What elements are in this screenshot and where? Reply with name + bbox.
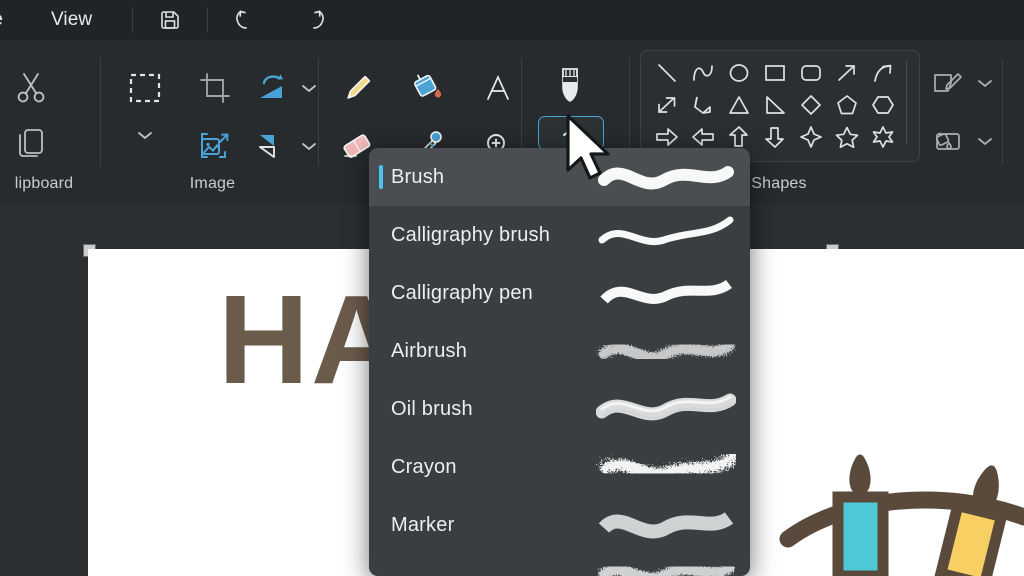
brush-menu-item-brush[interactable]: Brush — [369, 148, 750, 206]
shape-rectangle-icon[interactable] — [757, 57, 793, 89]
shape-oval-icon[interactable] — [721, 57, 757, 89]
shape-arrow-line-icon[interactable] — [829, 57, 865, 89]
brush-stroke-preview-oil-brush — [596, 386, 736, 432]
brush-stroke-preview-calligraphy-brush — [596, 212, 736, 258]
ribbon-group-outline-fill — [916, 40, 1024, 205]
save-icon[interactable] — [147, 3, 193, 37]
rotate-icon[interactable] — [248, 62, 298, 114]
crop-icon[interactable] — [188, 62, 242, 114]
fill-dropdown-chevron-icon[interactable] — [972, 128, 998, 154]
outline-button[interactable] — [924, 62, 998, 104]
brush-stroke-preview-crayon — [596, 444, 736, 490]
outline-icon — [924, 62, 972, 104]
select-dropdown-chevron-icon[interactable] — [124, 120, 166, 150]
ribbon-divider-5 — [1002, 60, 1003, 164]
brushes-dropdown-menu: Brush Calligraphy brush Calligraphy pen — [369, 148, 750, 576]
shape-four-point-star-icon[interactable] — [793, 121, 829, 153]
shape-curved-arrow-icon[interactable] — [865, 57, 901, 89]
brush-menu-item-partial[interactable] — [369, 554, 750, 576]
shape-curve-icon[interactable] — [685, 57, 721, 89]
menu-bar: le View — [0, 0, 1024, 40]
brush-stroke-preview-partial — [596, 560, 736, 576]
brush-menu-item-marker[interactable]: Marker — [369, 496, 750, 554]
brush-menu-label: Airbrush — [391, 339, 468, 362]
group-label-image: Image — [189, 175, 236, 192]
shapes-gallery-divider — [906, 61, 907, 143]
shape-down-arrow-icon[interactable] — [757, 121, 793, 153]
shape-five-point-star-icon[interactable] — [829, 121, 865, 153]
brush-stroke-preview-airbrush — [596, 328, 736, 374]
brush-menu-label: Calligraphy brush — [391, 223, 551, 246]
shape-hexagon-icon[interactable] — [865, 89, 901, 121]
redo-icon[interactable] — [292, 3, 338, 37]
select-rectangle-icon[interactable] — [116, 62, 174, 114]
brush-menu-item-crayon[interactable]: Crayon — [369, 438, 750, 496]
menubar-divider-1 — [132, 7, 134, 33]
fill-icon — [924, 120, 972, 162]
ribbon-group-image: Image — [110, 40, 316, 205]
shape-rounded-rectangle-icon[interactable] — [793, 57, 829, 89]
brush-menu-item-calligraphy-brush[interactable]: Calligraphy brush — [369, 206, 750, 264]
text-icon[interactable] — [470, 62, 526, 114]
ribbon-group-clipboard: lipboard — [0, 40, 122, 205]
selected-indicator — [379, 165, 383, 189]
brush-menu-item-calligraphy-pen[interactable]: Calligraphy pen — [369, 264, 750, 322]
shape-triangle-icon[interactable] — [721, 89, 757, 121]
brush-menu-label: Oil brush — [391, 397, 473, 420]
cut-scissors-icon[interactable] — [4, 62, 58, 112]
brush-menu-label: Marker — [391, 513, 455, 536]
shape-diamond-icon[interactable] — [793, 89, 829, 121]
resize-image-icon[interactable] — [188, 120, 242, 172]
ribbon-divider-2 — [318, 58, 319, 166]
paint-app-window: le View — [0, 0, 1024, 576]
group-label-clipboard: lipboard — [14, 175, 74, 192]
flip-icon[interactable] — [248, 120, 298, 172]
pencil-icon[interactable] — [330, 62, 386, 114]
shape-six-point-star-icon[interactable] — [865, 121, 901, 153]
menu-file[interactable]: le — [0, 5, 13, 35]
copy-icon[interactable] — [4, 118, 58, 168]
brush-menu-item-airbrush[interactable]: Airbrush — [369, 322, 750, 380]
shape-pentagon-icon[interactable] — [829, 89, 865, 121]
shape-double-arrow-icon[interactable] — [649, 89, 685, 121]
ribbon-divider-1 — [100, 58, 101, 166]
shapes-gallery — [640, 50, 920, 162]
brush-stroke-preview-marker — [596, 502, 736, 548]
shape-line-icon[interactable] — [649, 57, 685, 89]
brush-menu-label: Crayon — [391, 455, 457, 478]
outline-dropdown-chevron-icon[interactable] — [972, 70, 998, 96]
brush-icon[interactable] — [542, 60, 598, 112]
brush-stroke-preview-calligraphy-pen — [596, 270, 736, 316]
shapes-grid — [649, 57, 901, 155]
fill-button[interactable] — [924, 120, 998, 162]
brush-menu-item-oil-brush[interactable]: Oil brush — [369, 380, 750, 438]
fill-bucket-icon[interactable] — [400, 62, 456, 114]
shape-right-triangle-icon[interactable] — [757, 89, 793, 121]
brush-menu-label: Calligraphy pen — [391, 281, 533, 304]
menubar-divider-2 — [207, 7, 209, 33]
undo-icon[interactable] — [222, 3, 268, 37]
shape-polygon-icon[interactable] — [685, 89, 721, 121]
menu-view[interactable]: View — [41, 5, 102, 35]
mouse-pointer-cursor — [562, 112, 618, 195]
